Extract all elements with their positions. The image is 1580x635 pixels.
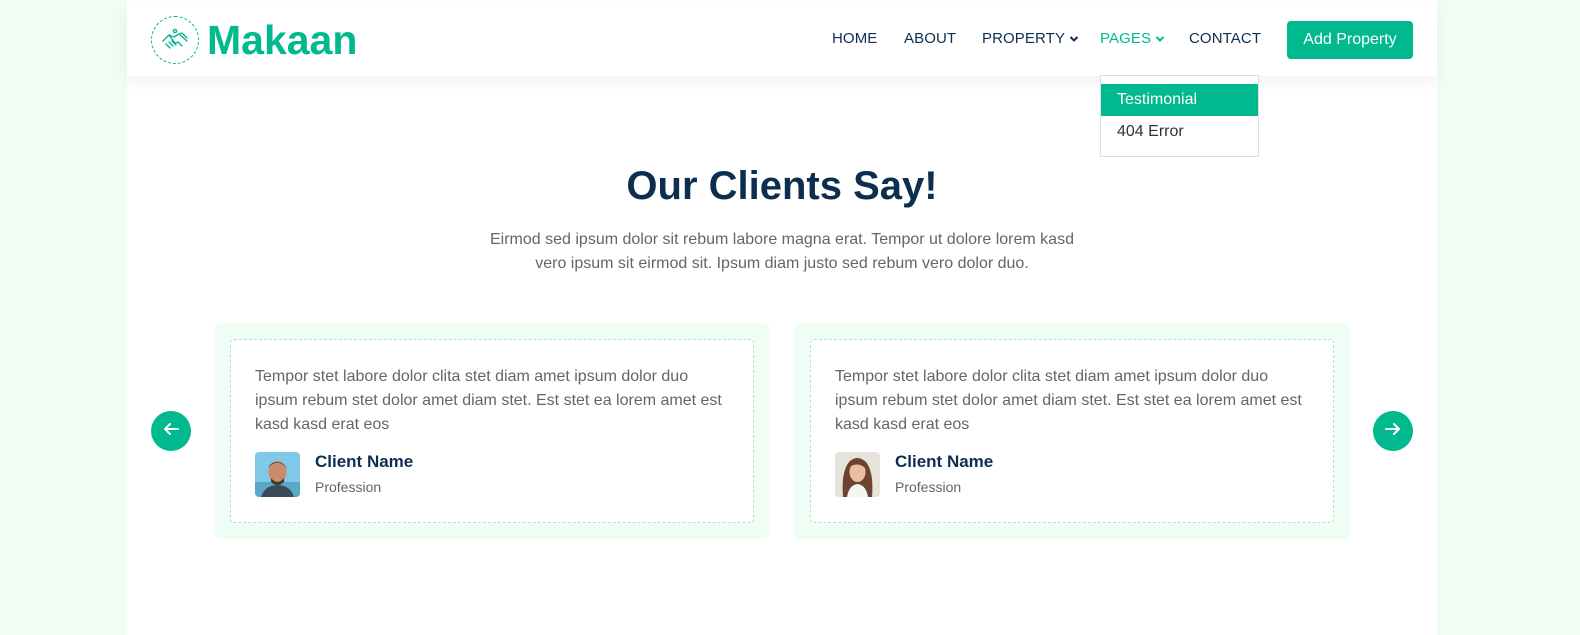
nav-pages[interactable]: PAGES xyxy=(1100,30,1165,47)
nav-home[interactable]: HOME xyxy=(832,30,877,47)
handshake-icon xyxy=(151,16,199,64)
client-profession: Profession xyxy=(315,479,382,495)
arrow-left-icon xyxy=(162,420,180,443)
brand-name: Makaan xyxy=(207,17,358,63)
testimonial-card-inner: Tempor stet labore dolor clita stet diam… xyxy=(230,339,754,523)
nav-contact[interactable]: CONTACT xyxy=(1189,30,1261,47)
add-property-button[interactable]: Add Property xyxy=(1287,21,1413,59)
testimonial-card: Tempor stet labore dolor clita stet diam… xyxy=(214,323,770,539)
nav-property[interactable]: PROPERTY xyxy=(982,30,1079,47)
testimonial-text: Tempor stet labore dolor clita stet diam… xyxy=(255,368,722,433)
nav-about[interactable]: ABOUT xyxy=(904,30,956,47)
client-profession: Profession xyxy=(895,479,962,495)
chevron-down-icon xyxy=(1069,30,1079,47)
nav-property-label: PROPERTY xyxy=(982,30,1066,47)
arrow-right-icon xyxy=(1384,420,1402,443)
client-avatar xyxy=(255,452,300,497)
client-avatar xyxy=(835,452,880,497)
brand-logo-link[interactable]: Makaan xyxy=(151,16,357,64)
section-subtitle: Eirmod sed ipsum dolor sit rebum labore … xyxy=(490,231,1074,272)
pages-dropdown-menu: Testimonial 404 Error xyxy=(1100,75,1259,157)
navbar: Makaan HOME ABOUT PROPERTY PAGES CONTACT… xyxy=(127,2,1437,76)
carousel-prev-button[interactable] xyxy=(151,411,191,451)
chevron-down-icon xyxy=(1155,30,1165,47)
section-title: Our Clients Say! xyxy=(626,164,938,208)
client-name: Client Name xyxy=(895,452,994,471)
carousel-next-button[interactable] xyxy=(1373,411,1413,451)
dropdown-item-404-error[interactable]: 404 Error xyxy=(1101,116,1258,148)
testimonial-card: Tempor stet labore dolor clita stet diam… xyxy=(794,323,1350,539)
client-name: Client Name xyxy=(315,452,414,471)
page-container: Makaan HOME ABOUT PROPERTY PAGES CONTACT… xyxy=(127,0,1437,635)
testimonial-text: Tempor stet labore dolor clita stet diam… xyxy=(835,368,1302,433)
testimonial-card-inner: Tempor stet labore dolor clita stet diam… xyxy=(810,339,1334,523)
dropdown-item-testimonial[interactable]: Testimonial xyxy=(1101,84,1258,116)
nav-pages-label: PAGES xyxy=(1100,30,1152,47)
